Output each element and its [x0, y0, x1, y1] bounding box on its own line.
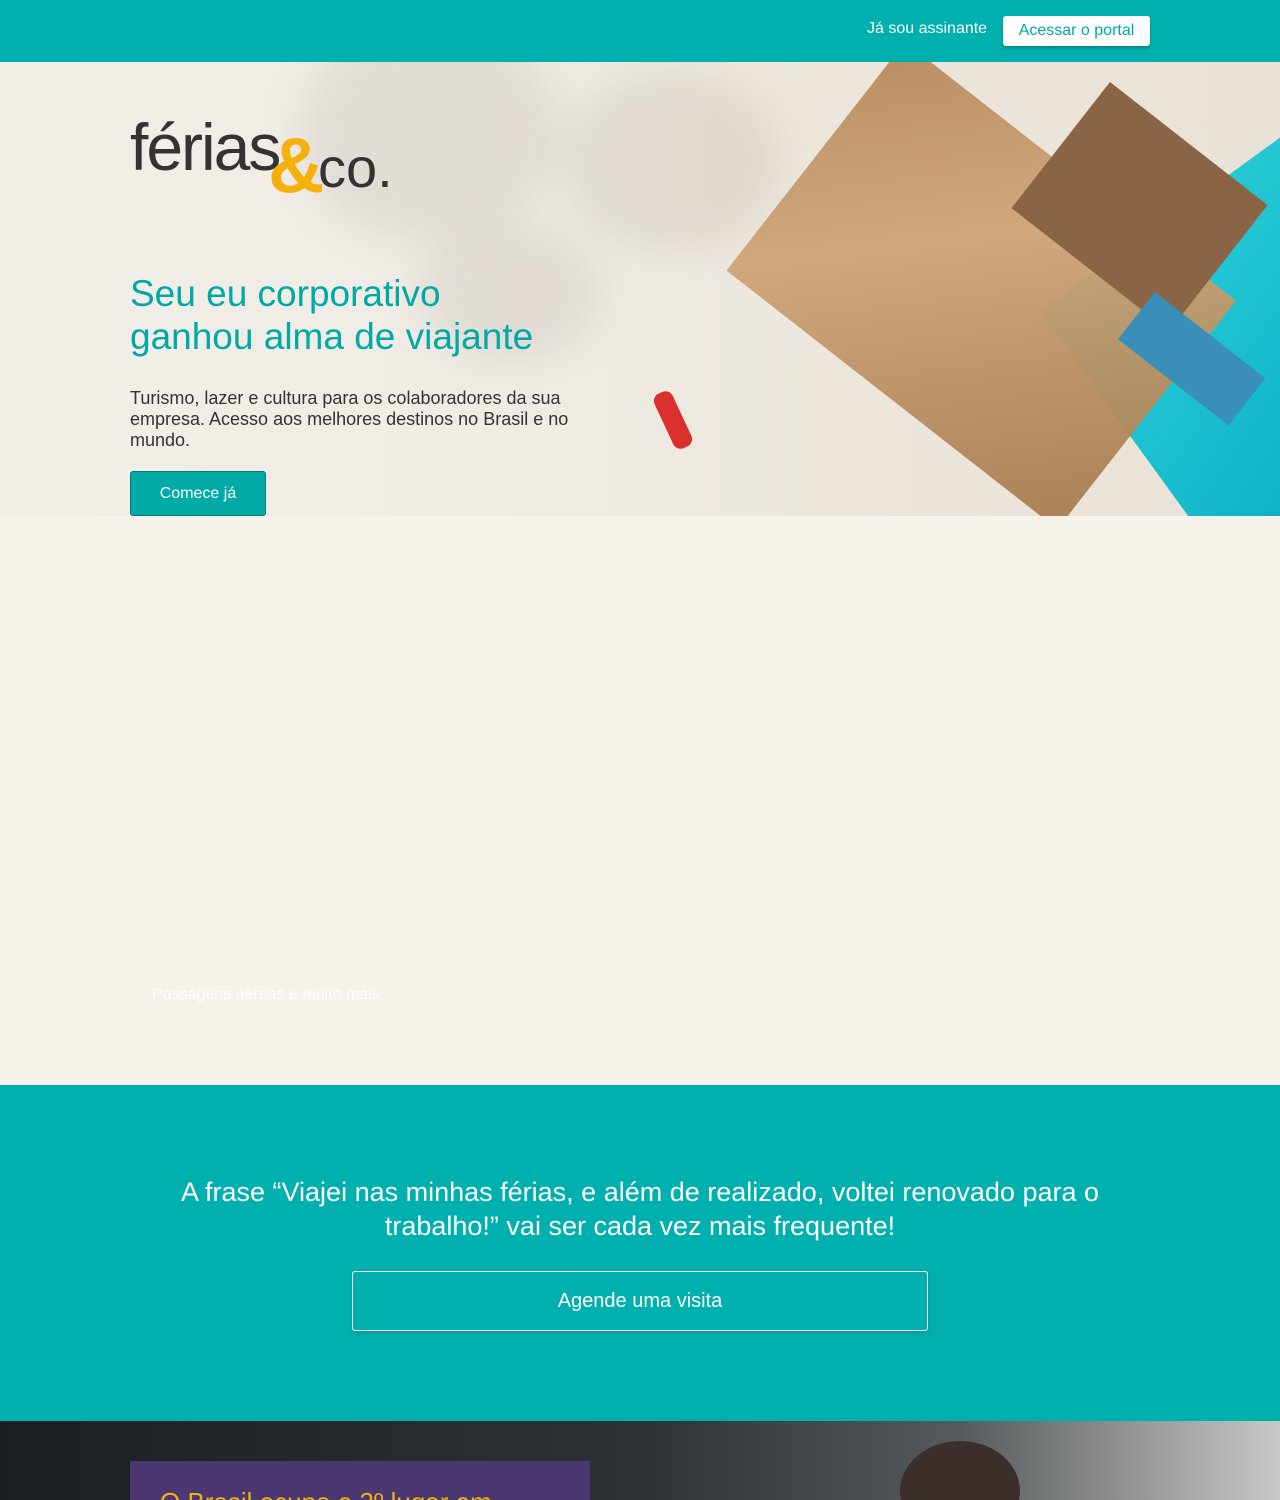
hero-title: Seu eu corporativo ganhou alma de viajan…: [130, 272, 730, 358]
schedule-visit-button[interactable]: Agende uma visita: [352, 1271, 928, 1331]
logo-word: férias: [130, 110, 281, 184]
hero-section: férias & co. Seu eu corporativo ganhou a…: [0, 62, 1280, 516]
stats-card-text: O Brasil ocupa o 2º lugar em: [160, 1487, 492, 1500]
top-bar: Já sou assinante Acessar o portal: [0, 0, 1280, 62]
palm-shadow: [560, 72, 780, 252]
stats-section: O Brasil ocupa o 2º lugar em: [0, 1421, 1280, 1500]
hero-title-line1: Seu eu corporativo: [130, 273, 441, 314]
logo-ampersand: &: [268, 121, 325, 209]
person-photo: [900, 1441, 1020, 1500]
features-faded-text: Passagens aéreas e muito mais.: [152, 986, 385, 1003]
access-portal-button[interactable]: Acessar o portal: [1003, 16, 1150, 46]
start-now-button[interactable]: Comece já: [130, 471, 266, 516]
logo-co: co.: [318, 136, 393, 199]
quote-section: A frase “Viajei nas minhas férias, e alé…: [0, 1085, 1280, 1421]
person-on-beach-image: [651, 388, 695, 452]
hero-title-line2: ganhou alma de viajante: [130, 316, 534, 357]
features-section: Passagens aéreas e muito mais.: [0, 516, 1280, 1085]
stats-card: O Brasil ocupa o 2º lugar em: [130, 1461, 590, 1500]
quote-text: A frase “Viajei nas minhas férias, e alé…: [180, 1177, 1099, 1241]
hero-lead: Turismo, lazer e cultura para os colabor…: [130, 388, 569, 450]
subscriber-link[interactable]: Já sou assinante: [867, 20, 987, 38]
